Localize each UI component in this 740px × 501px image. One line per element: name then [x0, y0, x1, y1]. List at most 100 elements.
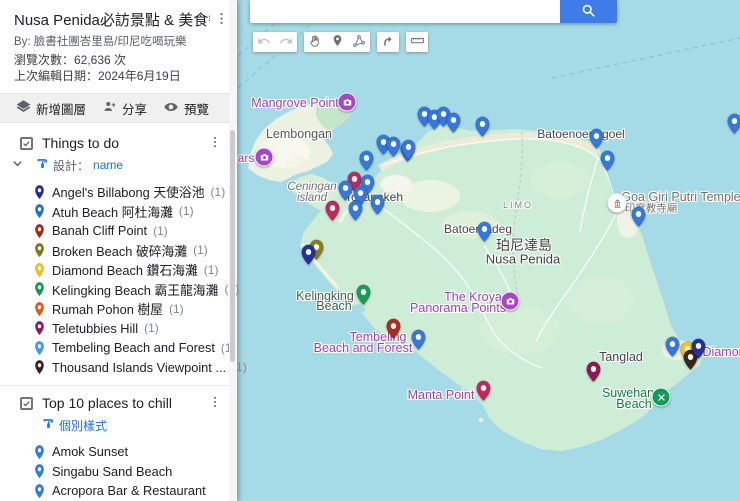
paint-roller-icon — [42, 417, 55, 433]
list-item-thousand-islands-viewpoint[interactable]: Thousand Islands Viewpoint ... (1) — [0, 358, 247, 378]
chevron-down-icon[interactable] — [12, 158, 23, 172]
place-label: Atuh Beach 阿杜海灘 — [52, 204, 173, 220]
map-label-nusa-penida: Nusa Penida — [485, 251, 561, 267]
sidebar-scrollbar[interactable] — [229, 0, 236, 501]
place-label: Singabu Sand Beach — [52, 463, 173, 479]
list-item-rumah-pohon[interactable]: Rumah Pohon 樹屋 (1) — [0, 299, 230, 319]
list-item-broken-beach[interactable]: Broken Beach 破碎海灘 (1) — [0, 241, 230, 261]
map-pin[interactable] — [345, 199, 366, 227]
list-item-tembeling-beach-and-forest[interactable]: Tembeling Beach and Forest(1) — [0, 338, 236, 358]
measure-button[interactable] — [406, 32, 428, 52]
place-pin-icon — [33, 184, 46, 200]
directions-icon — [381, 34, 395, 51]
map-pin[interactable] — [473, 379, 494, 407]
layer-menu-icon[interactable] — [208, 395, 222, 414]
redo-button[interactable] — [275, 32, 297, 52]
layer-name[interactable]: Things to do — [42, 135, 119, 151]
map-view-count: 瀏覽次數：62,636 次 — [14, 53, 127, 67]
place-label: Tembeling Beach and Forest — [52, 340, 215, 356]
map-pin[interactable] — [474, 220, 495, 248]
map-pin[interactable] — [322, 199, 343, 227]
map-pin[interactable] — [583, 360, 604, 388]
layer-name[interactable]: Top 10 places to chill — [42, 395, 172, 411]
map-pin[interactable] — [398, 138, 419, 166]
map-label-batoenoenggoel: Batoenoenggoel — [537, 127, 625, 141]
map-menu-icon[interactable] — [214, 11, 229, 31]
preview-button[interactable]: 預覽 — [163, 99, 209, 118]
suwehan-beach-poi[interactable] — [651, 387, 671, 407]
list-item-diamond-beach[interactable]: Diamond Beach 鑽石海灘 (1) — [0, 260, 230, 280]
map-pin[interactable] — [408, 328, 429, 356]
add-directions-button[interactable] — [377, 32, 399, 52]
place-pin-icon — [33, 301, 46, 317]
map-title[interactable]: Nusa Penida必訪景點 & 美食餐廳... — [14, 9, 210, 30]
share-button[interactable]: 分享 — [102, 99, 147, 118]
sidebar-panel: Nusa Penida必訪景點 & 美食餐廳... By: 臉書社團峇里島/印尼… — [0, 0, 247, 501]
place-count: (1) — [144, 321, 159, 336]
place-pin-icon — [33, 223, 46, 239]
place-count: (1) — [178, 204, 194, 219]
map-label-tanglad: Tanglad — [599, 350, 643, 364]
map-label-limo: LIMO — [502, 200, 534, 210]
add-layer-button[interactable]: 新增圖層 — [16, 99, 86, 118]
layer-checkbox[interactable] — [20, 396, 33, 410]
list-item-amok-sunset[interactable]: Amok Sunset — [0, 442, 230, 462]
style-link[interactable]: name — [93, 158, 123, 172]
map-pin[interactable] — [628, 205, 649, 233]
map-toolbar — [253, 32, 428, 52]
add-marker-button[interactable] — [326, 32, 348, 52]
paint-roller-icon — [36, 157, 49, 173]
preview-label: 預覽 — [184, 102, 210, 117]
map-pin[interactable] — [383, 317, 404, 345]
place-pin-icon — [33, 463, 46, 479]
map-byline: By: 臉書社團峇里島/印尼吃喝玩樂 — [14, 36, 187, 48]
place-count: (1) — [168, 301, 184, 316]
kroya-panorama-poi[interactable] — [500, 291, 520, 311]
map-pin[interactable] — [367, 193, 388, 221]
list-item-singabu-sand-beach[interactable]: Singabu Sand Beach — [0, 462, 230, 482]
layer-menu-icon[interactable] — [208, 135, 222, 154]
map-pin[interactable] — [353, 283, 374, 311]
pan-button[interactable] — [304, 32, 326, 52]
redo-icon — [279, 34, 293, 51]
map-label-mangrove-point: Mangrove Point — [251, 96, 339, 110]
search-button[interactable] — [560, 0, 617, 23]
map-pin[interactable] — [597, 149, 618, 177]
scrollbar-thumb[interactable] — [230, 130, 235, 362]
lembongan-coast-poi[interactable] — [254, 147, 274, 167]
place-label: Angel's Billabong 天使浴池 — [52, 185, 205, 201]
place-pin-icon — [33, 340, 46, 356]
place-label: Banah Cliff Point — [52, 223, 148, 239]
mangrove-point-poi[interactable] — [337, 92, 357, 112]
eye-icon — [163, 99, 179, 118]
list-item-teletubbies-hill[interactable]: Teletubbies Hill (1) — [0, 319, 230, 339]
map-pin[interactable] — [472, 115, 493, 143]
place-count: (1) — [210, 184, 226, 199]
map-pin[interactable] — [443, 111, 464, 139]
list-item-acropora-bar-restaurant[interactable]: Acropora Bar & Restaurant — [0, 481, 230, 501]
goa-giri-putri-temple-poi[interactable] — [607, 193, 627, 213]
list-item-kelingking-beach[interactable]: Kelingking Beach 霸王龍海灘(1) — [0, 280, 239, 300]
place-pin-icon — [33, 483, 46, 499]
map-label-ars: ars — [237, 151, 255, 165]
list-item-banah-cliff-point[interactable]: Banah Cliff Point (1) — [0, 221, 230, 241]
list-item-angel-s-billabong[interactable]: Angel's Billabong 天使浴池 (1) — [0, 182, 230, 202]
list-item-atuh-beach[interactable]: Atuh Beach 阿杜海灘 (1) — [0, 202, 230, 222]
layer-checkbox[interactable] — [20, 136, 33, 150]
sidebar-actions: 新增圖層 分享 預覽 — [0, 93, 237, 123]
undo-icon — [257, 34, 271, 51]
style-prefix: 設計： — [53, 158, 90, 173]
map-pin[interactable] — [298, 243, 319, 271]
map-label-manta-point: Manta Point — [407, 388, 475, 402]
add-layer-label: 新增圖層 — [36, 102, 87, 117]
map-pin[interactable] — [688, 337, 709, 365]
place-pin-icon — [33, 359, 46, 375]
draw-line-button[interactable] — [348, 32, 370, 52]
hand-icon — [308, 34, 322, 51]
map-pin[interactable] — [724, 112, 740, 140]
layer-card-things-to-do: Things to do 設計： name Angel's Billabong 天使浴… — [0, 131, 247, 378]
style-link[interactable]: 個別樣式 — [59, 417, 107, 434]
place-label: Kelingking Beach 霸王龍海灘 — [52, 282, 219, 298]
search-input[interactable] — [250, 0, 560, 23]
undo-button[interactable] — [253, 32, 275, 52]
